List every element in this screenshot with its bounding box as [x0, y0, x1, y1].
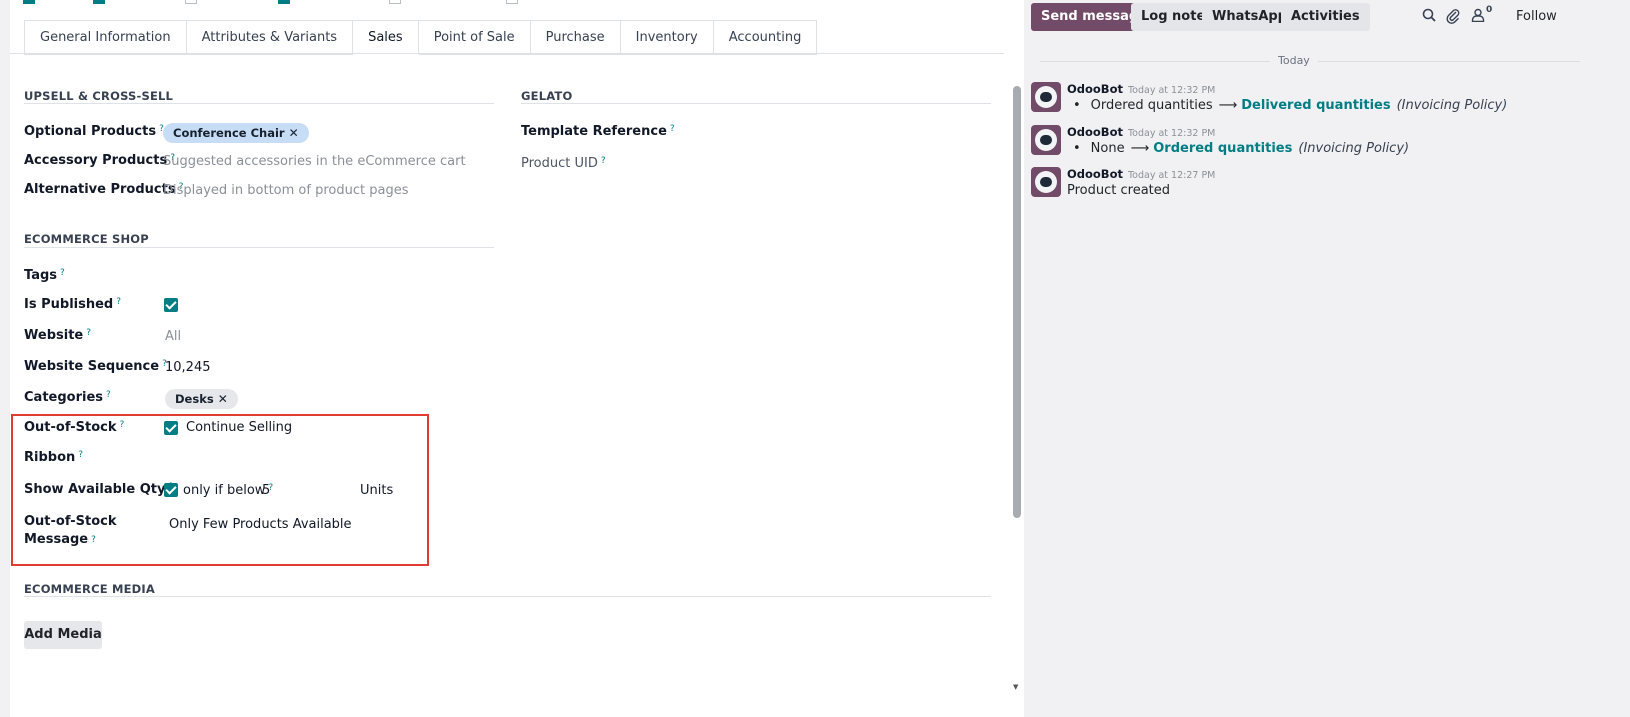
tab-general-information[interactable]: General Information	[24, 20, 187, 55]
alternative-products-input[interactable]: Displayed in bottom of product pages	[163, 183, 408, 198]
old-value: Ordered quantities	[1090, 98, 1213, 113]
remove-tag-icon[interactable]: ✕	[218, 392, 228, 406]
alternative-products-label: Alternative Products?	[24, 182, 184, 197]
help-icon[interactable]: ?	[601, 156, 606, 166]
field-name: (Invoicing Policy)	[1396, 98, 1508, 113]
today-label: Today	[1270, 54, 1318, 67]
optional-product-tag: Conference Chair ✕	[163, 123, 309, 143]
arrow-right-icon: ⟶	[1130, 141, 1150, 156]
help-icon[interactable]: ?	[60, 268, 65, 278]
avatar[interactable]	[1031, 167, 1061, 197]
help-icon[interactable]: ?	[106, 390, 111, 400]
message-author[interactable]: OdooBot	[1067, 167, 1123, 181]
top-checkbox[interactable]	[506, 0, 518, 4]
top-checkbox[interactable]	[23, 0, 35, 4]
group-divider	[24, 247, 494, 248]
avatar[interactable]	[1031, 82, 1061, 112]
category-tag: Desks ✕	[165, 389, 238, 409]
activities-button[interactable]: Activities	[1281, 3, 1370, 31]
scroll-down-icon[interactable]: ▼	[1013, 683, 1018, 691]
is-published-label: Is Published?	[24, 297, 121, 312]
upsell-group-title: UPSELL & CROSS-SELL	[24, 89, 174, 103]
field-name: (Invoicing Policy)	[1298, 141, 1410, 156]
scrollbar-thumb[interactable]	[1013, 86, 1021, 518]
help-icon[interactable]: ?	[86, 328, 91, 338]
tracking-value: • Ordered quantities ⟶ Delivered quantities…	[1073, 98, 1508, 113]
message-time: Today at 12:32 PM	[1127, 128, 1216, 139]
tab-point-of-sale[interactable]: Point of Sale	[418, 20, 531, 55]
accessory-products-input[interactable]: Suggested accessories in the eCommerce c…	[163, 154, 466, 169]
categories-label: Categories?	[24, 390, 111, 405]
tabs-divider	[10, 53, 1004, 54]
ecommerce-group-title: ECOMMERCE SHOP	[24, 232, 149, 246]
message-time: Today at 12:27 PM	[1127, 170, 1216, 181]
message-body: Product created	[1067, 183, 1171, 198]
tab-purchase[interactable]: Purchase	[530, 20, 621, 55]
user-icon[interactable]	[1471, 8, 1485, 26]
accessory-products-label: Accessory Products?	[24, 153, 175, 168]
tab-accounting[interactable]: Accounting	[713, 20, 818, 55]
gelato-group-title: GELATO	[521, 89, 573, 103]
top-checkbox[interactable]	[185, 0, 197, 4]
arrow-right-icon: ⟶	[1218, 98, 1238, 113]
is-published-checkbox[interactable]	[164, 298, 178, 312]
old-value: None	[1090, 141, 1125, 156]
notebook-tabs: General Information Attributes & Variant…	[24, 20, 818, 55]
help-icon[interactable]: ?	[116, 297, 121, 307]
followers-count: 0	[1486, 5, 1493, 15]
avatar[interactable]	[1031, 125, 1061, 155]
group-divider	[521, 103, 991, 104]
top-checkbox[interactable]	[389, 0, 401, 4]
tags-label: Tags?	[24, 268, 65, 283]
website-sequence-input[interactable]: 10,245	[165, 360, 211, 375]
website-label: Website?	[24, 328, 92, 343]
ecommerce-media-title: ECOMMERCE MEDIA	[24, 582, 155, 596]
new-value: Delivered quantities	[1241, 98, 1391, 113]
website-select[interactable]: All	[165, 329, 181, 344]
paperclip-icon[interactable]	[1446, 8, 1460, 28]
follow-button[interactable]: Follow	[1516, 9, 1557, 24]
top-checkbox-row	[10, 0, 1043, 4]
message-time: Today at 12:32 PM	[1127, 85, 1216, 96]
highlight-box	[11, 414, 429, 566]
tab-attributes-variants[interactable]: Attributes & Variants	[186, 20, 354, 55]
tab-sales[interactable]: Sales	[353, 20, 419, 55]
search-icon[interactable]	[1422, 8, 1436, 26]
group-divider	[24, 103, 494, 104]
tag-label: Desks	[175, 392, 214, 406]
product-uid-label: Product UID?	[521, 156, 606, 171]
optional-products-label: Optional Products?	[24, 124, 164, 139]
website-sequence-label: Website Sequence?	[24, 359, 167, 374]
top-checkbox[interactable]	[278, 0, 290, 4]
tab-inventory[interactable]: Inventory	[620, 20, 714, 55]
new-value: Ordered quantities	[1153, 141, 1293, 156]
tracking-value: • None ⟶ Ordered quantities (Invoicing Polic…	[1073, 141, 1410, 156]
message-author[interactable]: OdooBot	[1067, 82, 1123, 96]
template-reference-label: Template Reference?	[521, 124, 675, 139]
top-checkbox[interactable]	[93, 0, 105, 4]
add-media-button[interactable]: Add Media	[24, 621, 102, 649]
group-divider	[24, 596, 991, 597]
message-author[interactable]: OdooBot	[1067, 125, 1123, 139]
remove-tag-icon[interactable]: ✕	[289, 126, 299, 140]
help-icon[interactable]: ?	[670, 124, 675, 134]
tag-label: Conference Chair	[173, 126, 285, 140]
